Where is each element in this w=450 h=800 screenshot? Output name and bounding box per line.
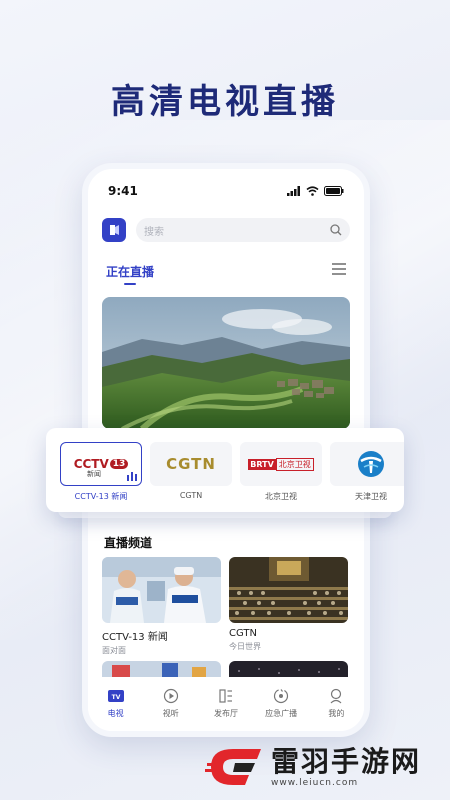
tab-label: 视听	[162, 709, 179, 718]
card-thumbnail	[102, 557, 221, 623]
tab-tv[interactable]: TV 电视	[93, 687, 139, 719]
channel-label: CGTN	[179, 491, 203, 500]
tab-label: 电视	[107, 709, 124, 718]
search-icon[interactable]	[330, 224, 342, 236]
landscape-image	[102, 297, 350, 429]
app-header: 搜索	[102, 217, 350, 243]
tab-emergency-broadcast[interactable]: 应急广播	[258, 687, 304, 719]
play-circle-icon	[162, 687, 180, 705]
channel-label: CCTV-13 新闻	[74, 492, 128, 501]
channel-item-cctv13[interactable]: CCTV 13 新闻 CCTV-13 新闻	[60, 442, 142, 502]
card-title: CCTV-13 新闻	[102, 632, 168, 643]
channel-logo-box: CCTV 13 新闻	[60, 442, 142, 486]
tab-label: 应急广播	[265, 709, 298, 718]
cctv-logo: CCTV 13	[74, 457, 129, 471]
cgtn-logo: CGTN	[166, 455, 216, 473]
tv-icon: TV	[107, 687, 125, 705]
tianjin-tv-logo	[358, 451, 384, 477]
channel-item-cgtn[interactable]: CGTN CGTN	[150, 442, 232, 500]
channel-logo-box	[330, 442, 404, 486]
profile-icon	[327, 687, 345, 705]
tab-label: 发布厅	[213, 709, 238, 718]
signal-icon	[287, 186, 300, 196]
channel-card-list: CCTV-13 新闻 面对面 CGTN 今日世界	[102, 557, 348, 656]
card-subtitle: 面对面	[102, 646, 126, 655]
menu-icon[interactable]	[332, 263, 346, 275]
grid-doc-icon	[217, 687, 235, 705]
brand-name: 雷羽手游网	[271, 745, 422, 778]
channel-item-beijing[interactable]: BRTV 北京卫视 北京卫视	[240, 442, 322, 502]
channel-logo-box: BRTV 北京卫视	[240, 442, 322, 486]
status-icons	[287, 186, 344, 196]
app-logo-icon[interactable]	[102, 218, 126, 242]
bottom-tab-bar: TV 电视 视听 发布厅 应急广播 我的	[88, 677, 364, 731]
page-headline: 高清电视直播	[111, 82, 339, 122]
card-subtitle: 今日世界	[229, 642, 261, 651]
brtv-text: 北京卫视	[275, 457, 314, 471]
cctv-logo-number: 13	[109, 459, 129, 469]
channel-card[interactable]: CGTN 今日世界	[229, 557, 348, 656]
tab-row: 正在直播	[106, 263, 346, 287]
channel-card[interactable]: CCTV-13 新闻 面对面	[102, 557, 221, 656]
broadcast-icon	[272, 687, 290, 705]
search-input[interactable]: 搜索	[136, 218, 350, 242]
channel-logo-box: CGTN	[150, 442, 232, 486]
search-placeholder: 搜索	[144, 226, 164, 238]
card-thumbnail	[229, 557, 348, 623]
section-title-live-channels: 直播频道	[104, 536, 153, 550]
brand-logo	[205, 745, 265, 789]
battery-icon	[324, 186, 344, 196]
status-time: 9:41	[108, 184, 138, 198]
wifi-icon	[306, 186, 319, 196]
tab-press-hall[interactable]: 发布厅	[203, 687, 249, 719]
tab-me[interactable]: 我的	[313, 687, 359, 719]
live-video-player[interactable]	[102, 297, 350, 429]
tab-label: 我的	[328, 709, 345, 718]
watermark-brand: 雷羽手游网 www.leiucn.com	[205, 741, 421, 793]
card-title: CGTN	[229, 628, 257, 639]
brand-url: www.leiucn.com	[271, 778, 359, 788]
audio-bars-icon	[127, 472, 137, 481]
tab-audio-video[interactable]: 视听	[148, 687, 194, 719]
channel-item-tianjin[interactable]: 天津卫视	[330, 442, 404, 502]
brand-text: 雷羽手游网 www.leiucn.com	[271, 745, 422, 789]
channel-label: 天津卫视	[355, 492, 387, 501]
cctv-logo-subtext: 新闻	[87, 470, 101, 478]
brtv-tag: BRTV	[248, 458, 276, 470]
svg-text:TV: TV	[111, 694, 120, 701]
channel-selector-strip: CCTV 13 新闻 CCTV-13 新闻 CGTN CGTN BRTV 北京卫…	[46, 428, 404, 512]
channel-label: 北京卫视	[265, 492, 297, 501]
brtv-logo: BRTV 北京卫视	[248, 457, 314, 471]
status-bar: 9:41	[108, 183, 344, 199]
tab-live[interactable]: 正在直播	[106, 263, 154, 287]
